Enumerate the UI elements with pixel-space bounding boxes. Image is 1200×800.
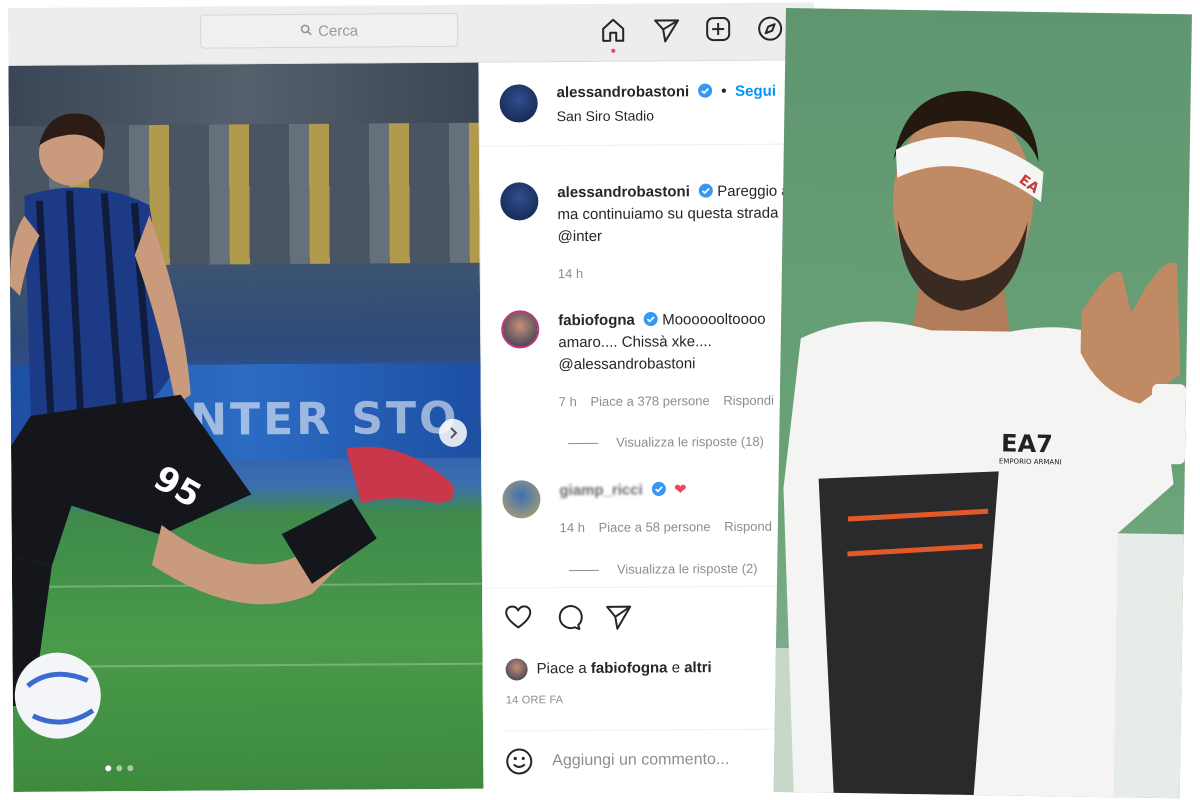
comment-mention[interactable]: @alessandrobastoni [558, 353, 695, 376]
comment-text-line2: amaro.... Chissà xke.... [558, 333, 712, 352]
reply-line [568, 442, 599, 445]
share-icon[interactable] [603, 602, 633, 632]
svg-text:EA7: EA7 [1001, 429, 1053, 458]
carousel-dot [116, 765, 123, 772]
comment-avatar[interactable] [502, 480, 541, 519]
next-photo-button[interactable] [438, 418, 468, 448]
carousel-indicator [105, 765, 134, 772]
verified-icon [698, 83, 713, 98]
liked-by-others[interactable]: altri [684, 659, 712, 676]
post-timestamp[interactable]: 14 ORE FA [506, 694, 564, 706]
search-input[interactable]: Cerca [200, 12, 459, 49]
comment-avatar[interactable] [501, 310, 540, 349]
view-replies-button[interactable]: Visualizza le risposte (18) [616, 434, 764, 450]
comment-likes[interactable]: Piace a 378 persone [590, 393, 709, 409]
view-replies-button[interactable]: Visualizza le risposte (2) [617, 561, 758, 577]
comment-username[interactable]: giamp_ricci [559, 482, 642, 500]
liked-by-prefix: Piace a [536, 659, 587, 678]
follow-button[interactable]: Segui [735, 83, 776, 100]
reply-button[interactable]: Rispondi [723, 393, 774, 408]
comment-icon[interactable] [553, 602, 583, 632]
comment-likes[interactable]: Piace a 58 persone [599, 519, 711, 535]
liked-by-conj: e [671, 659, 681, 677]
direct-icon[interactable] [651, 14, 681, 44]
divider [504, 728, 795, 732]
new-post-icon[interactable] [703, 14, 733, 44]
heart-emoji: ❤ [674, 481, 687, 499]
search-icon [300, 22, 312, 39]
football-player: 95 [9, 113, 455, 739]
svg-text:EMPORIO ARMANI: EMPORIO ARMANI [999, 457, 1062, 466]
comment-time[interactable]: 7 h [559, 394, 577, 409]
top-navigation-bar: Cerca [8, 2, 815, 66]
reply-line [568, 569, 599, 572]
add-comment-input[interactable]: Aggiungi un commento... [552, 751, 729, 770]
carousel-dot [105, 765, 112, 772]
caption-avatar[interactable] [500, 182, 539, 221]
verified-icon [643, 311, 658, 327]
home-icon[interactable] [598, 15, 628, 53]
tennis-player-photo: EA7 EMPORIO ARMANI EA [773, 8, 1192, 799]
caption-text-line2: ma continuiamo su questa strada [557, 204, 779, 224]
comment-text-line1: Mooooooltoooo [662, 310, 766, 329]
post-location[interactable]: San Siro Stadio [557, 107, 654, 124]
notification-dot [611, 48, 616, 53]
post-header: alessandrobastoni • Segui San Siro Stadi… [479, 60, 816, 147]
comment-username[interactable]: fabiofogna [558, 312, 635, 330]
caption-mention[interactable]: @inter [558, 226, 603, 248]
liked-by-avatar[interactable] [505, 658, 528, 681]
author-username[interactable]: alessandrobastoni [557, 83, 690, 101]
author-avatar[interactable] [499, 84, 538, 123]
reply-button[interactable]: Rispond [724, 519, 772, 534]
carousel-dot [127, 765, 134, 772]
post-detail-panel: alessandrobastoni • Segui San Siro Stadi… [478, 60, 820, 789]
chevron-right-icon [450, 427, 458, 439]
instagram-screenshot: Cerca INTER STO 95 alessandrobastoni • S… [8, 2, 820, 792]
caption-username[interactable]: alessandrobastoni [557, 183, 690, 201]
separator: • [720, 82, 727, 101]
verified-icon [651, 481, 666, 497]
liked-by-user[interactable]: fabiofogna [591, 659, 668, 677]
post-photo: INTER STO 95 [8, 62, 484, 792]
search-placeholder: Cerca [318, 22, 359, 40]
tennis-player: EA7 EMPORIO ARMANI EA [773, 90, 1187, 799]
explore-icon[interactable] [755, 14, 785, 44]
caption-time[interactable]: 14 h [558, 266, 583, 281]
comment-time[interactable]: 14 h [560, 520, 585, 535]
divider [483, 585, 820, 589]
like-icon[interactable] [503, 602, 533, 632]
verified-icon [698, 183, 713, 198]
emoji-icon[interactable] [504, 746, 534, 776]
